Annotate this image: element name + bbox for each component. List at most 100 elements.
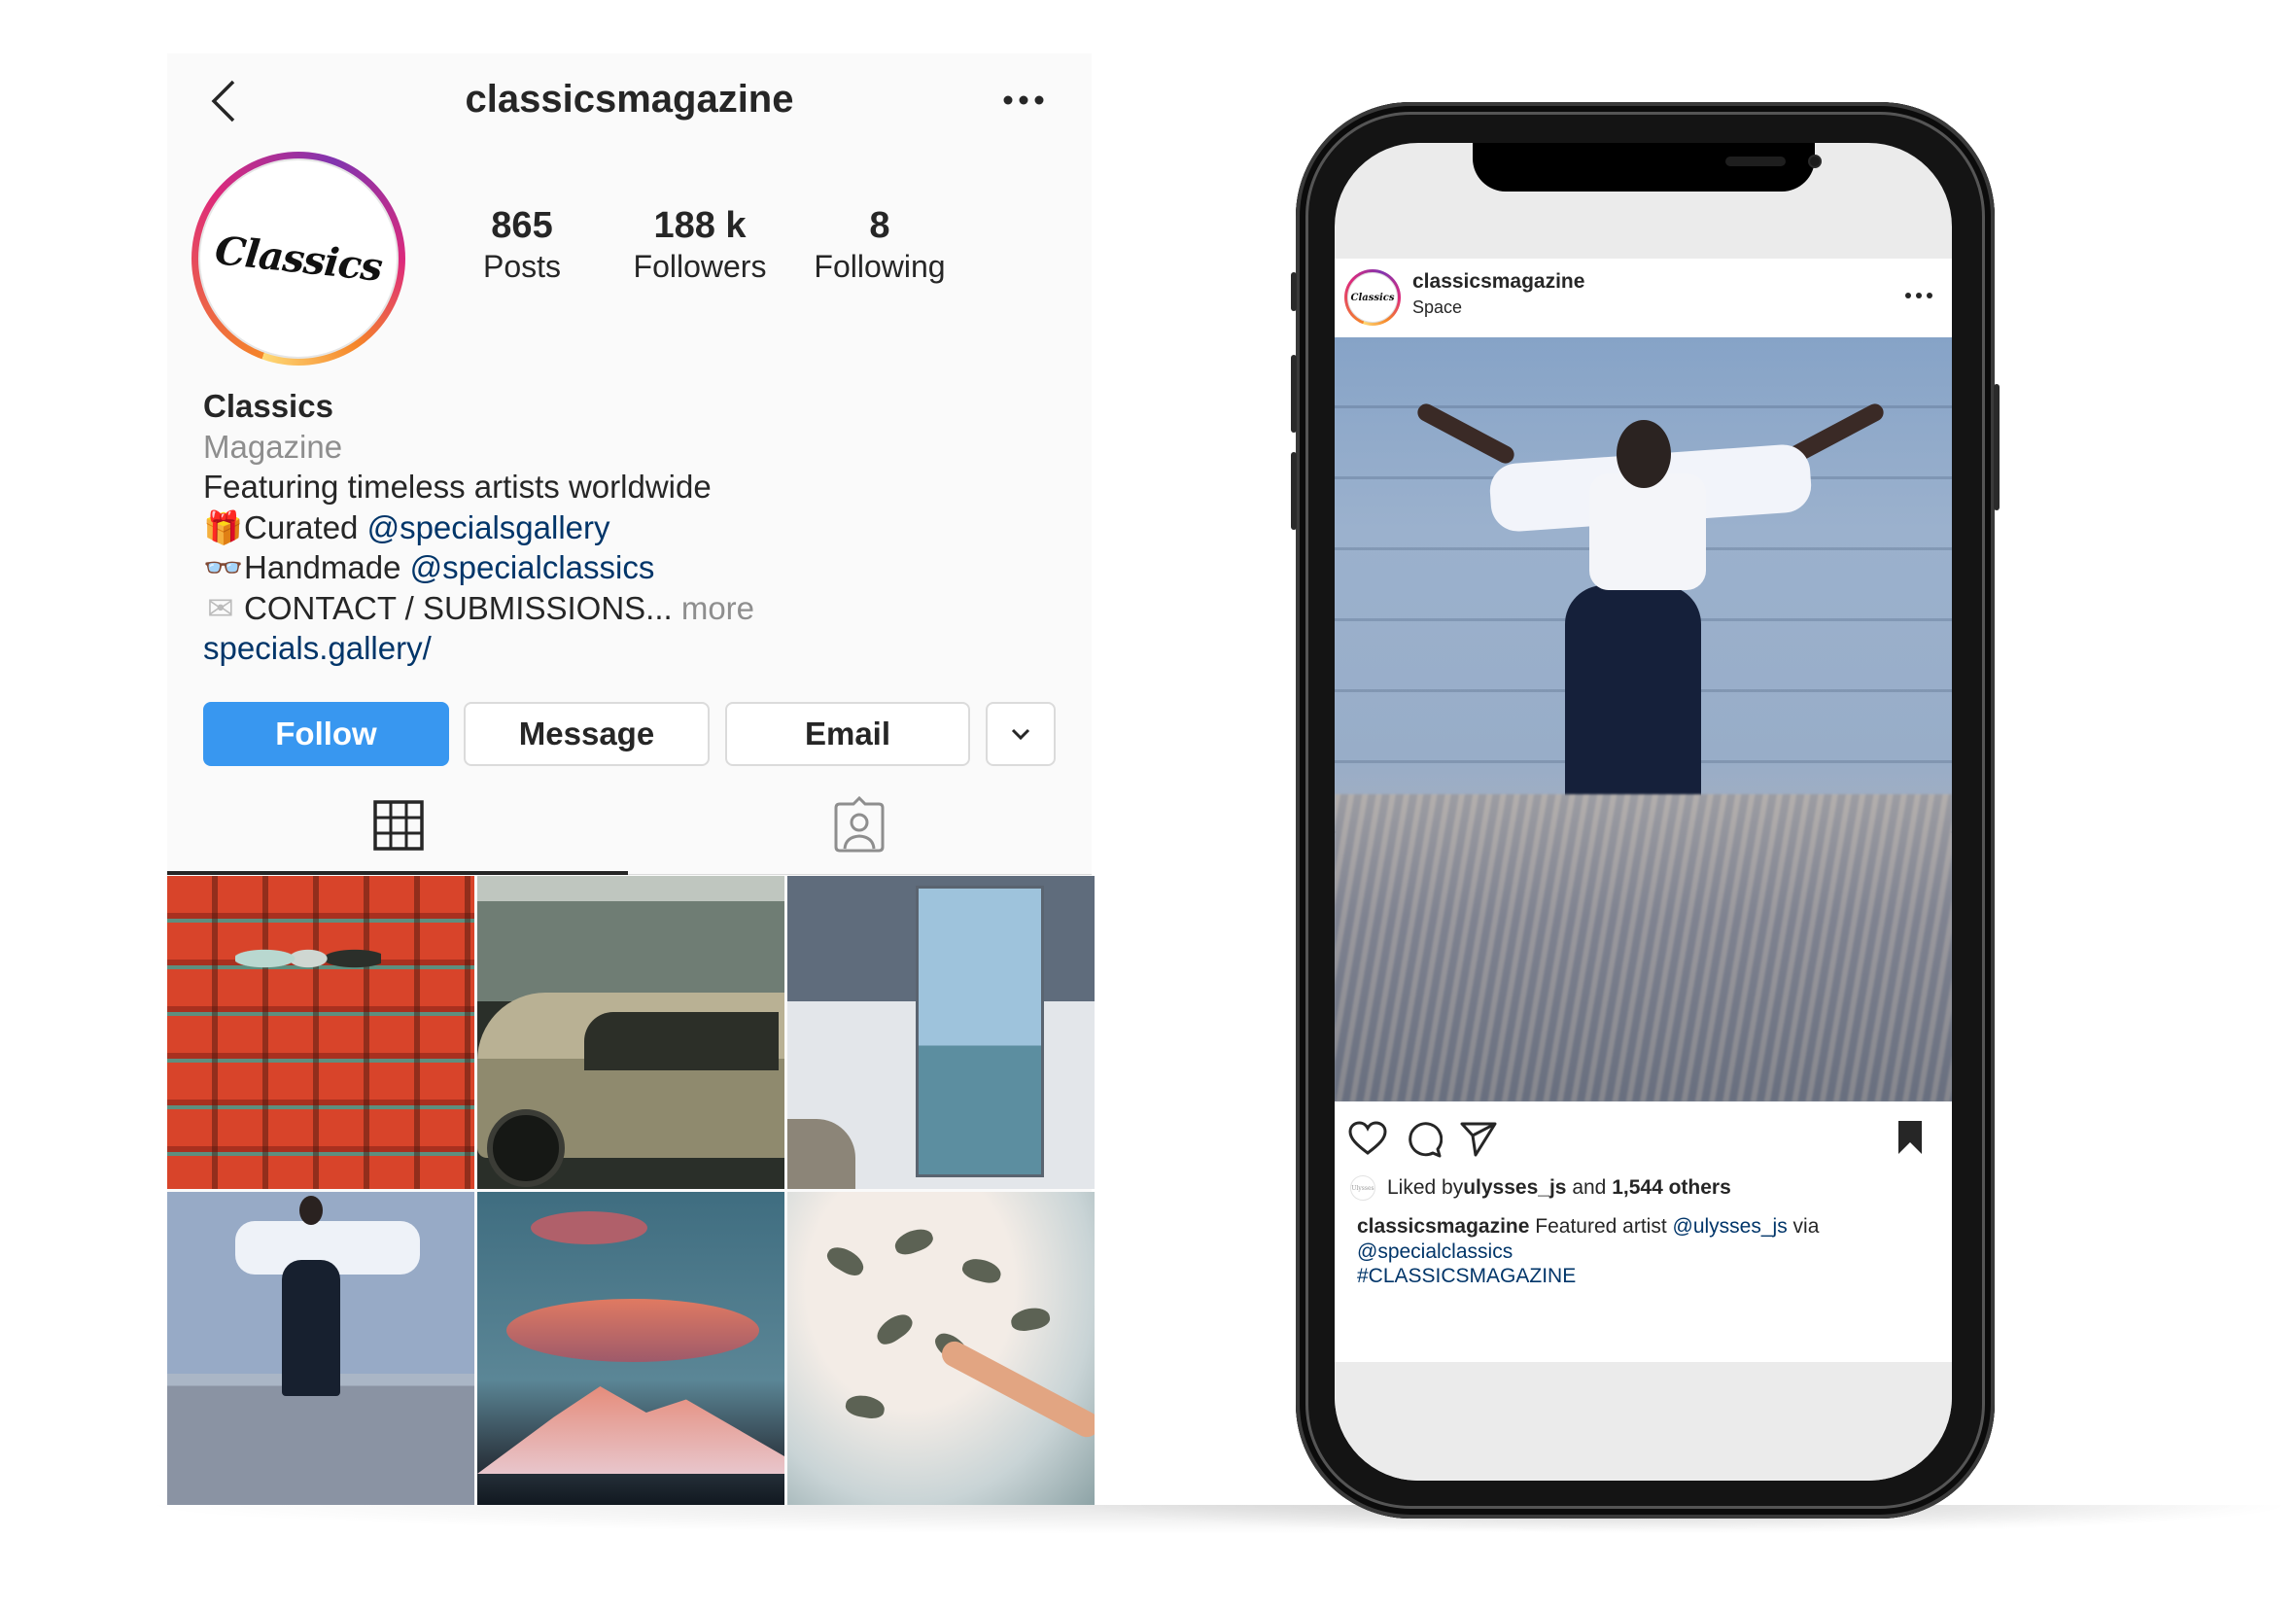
post-username[interactable]: classicsmagazine bbox=[1412, 270, 1584, 294]
grid-post-tile[interactable] bbox=[167, 1192, 474, 1505]
post-image-detail bbox=[872, 1309, 917, 1349]
post-image-detail bbox=[477, 1386, 784, 1474]
caption-text: via bbox=[1787, 1215, 1820, 1238]
follow-button[interactable]: Follow bbox=[203, 702, 449, 766]
comment-icon[interactable] bbox=[1406, 1121, 1443, 1158]
profile-bio: Classics Magazine Featuring timeless art… bbox=[203, 386, 1059, 669]
grid-post-tile[interactable] bbox=[787, 876, 1095, 1189]
mention-link[interactable]: @specialclassics bbox=[410, 549, 655, 585]
more-options-icon[interactable] bbox=[1001, 90, 1046, 110]
avatar-image: Classics bbox=[198, 158, 399, 359]
post-image-detail bbox=[891, 1224, 936, 1259]
post-location[interactable]: Space bbox=[1412, 297, 1462, 318]
bio-line: 👓Handmade @specialclassics bbox=[203, 547, 1059, 588]
mention-link[interactable]: @specialsgallery bbox=[367, 509, 610, 545]
avatar-logo-text: Classics bbox=[1350, 292, 1395, 303]
grid-post-tile[interactable] bbox=[787, 1192, 1095, 1505]
tab-grid[interactable] bbox=[167, 792, 628, 870]
caption-mention[interactable]: @ulysses_js bbox=[1673, 1215, 1788, 1238]
liker-avatar: Ulysses bbox=[1350, 1175, 1375, 1201]
caption-text: Featured artist bbox=[1529, 1215, 1673, 1238]
chevron-down-icon bbox=[1011, 728, 1030, 741]
post-photo[interactable] bbox=[1335, 337, 1952, 1101]
share-icon[interactable] bbox=[1459, 1121, 1498, 1158]
avatar-logo-text: Classics bbox=[212, 227, 385, 291]
envelope-icon: ✉ bbox=[207, 589, 234, 626]
post-image-detail bbox=[844, 1392, 887, 1421]
bio-line: 🎁Curated @specialsgallery bbox=[203, 507, 1059, 548]
likes-summary[interactable]: Ulysses Liked by ulysses_js and 1,544 ot… bbox=[1350, 1175, 1731, 1201]
post-image-detail bbox=[823, 1241, 868, 1280]
suggested-dropdown-button[interactable] bbox=[986, 702, 1056, 766]
profile-username-title: classicsmagazine bbox=[465, 78, 794, 121]
post-actions: Ulysses Liked by ulysses_js and 1,544 ot… bbox=[1335, 1101, 1952, 1362]
grid-post-tile[interactable] bbox=[477, 1192, 784, 1505]
post-image-detail bbox=[916, 886, 1044, 1177]
photo-detail bbox=[1617, 420, 1671, 488]
tab-tagged[interactable] bbox=[630, 792, 1092, 870]
glasses-icon: 👓 bbox=[203, 549, 244, 585]
profile-screen: classicsmagazine Classics 865 Posts 188 … bbox=[167, 53, 1095, 1505]
phone-frame: Classics classicsmagazine Space Ulysses … bbox=[1291, 102, 2000, 1519]
caption-mention[interactable]: @specialclassics bbox=[1357, 1240, 1513, 1263]
stat-followers[interactable]: 188 k Followers bbox=[612, 204, 787, 286]
bio-tagline: Featuring timeless artists worldwide bbox=[203, 469, 712, 505]
stat-value: 8 bbox=[869, 205, 890, 246]
post-image-detail bbox=[282, 1260, 340, 1396]
bio-line-text: CONTACT / SUBMISSIONS... bbox=[244, 589, 673, 626]
stat-following[interactable]: 8 Following bbox=[792, 204, 967, 286]
message-button[interactable]: Message bbox=[464, 702, 710, 766]
grid-icon bbox=[373, 800, 424, 851]
post-more-options-icon[interactable] bbox=[1904, 290, 1933, 301]
post-image-detail bbox=[299, 1196, 323, 1225]
volume-up-button bbox=[1291, 355, 1297, 433]
post-image-detail bbox=[937, 1337, 1095, 1442]
caption-hashtag[interactable]: #CLASSICSMAGAZINE bbox=[1357, 1265, 1576, 1287]
speaker-grille bbox=[1725, 157, 1786, 166]
likes-count[interactable]: 1,544 others bbox=[1612, 1176, 1731, 1200]
heart-icon[interactable] bbox=[1348, 1121, 1387, 1156]
post-header: Classics classicsmagazine Space bbox=[1335, 259, 1952, 337]
post-image-detail bbox=[531, 1211, 647, 1244]
bio-category: Magazine bbox=[203, 428, 343, 465]
stat-label: Following bbox=[814, 249, 946, 284]
gift-icon: 🎁 bbox=[203, 508, 244, 545]
bookmark-filled-icon[interactable] bbox=[1896, 1119, 1924, 1156]
phone-screen: Classics classicsmagazine Space Ulysses … bbox=[1335, 143, 1952, 1481]
post-avatar[interactable]: Classics bbox=[1344, 269, 1401, 326]
avatar-image: Classics bbox=[1347, 272, 1398, 323]
post-image-detail bbox=[584, 1012, 779, 1070]
stat-value: 865 bbox=[491, 205, 553, 246]
screen-bottom-area bbox=[1335, 1362, 1952, 1481]
bio-name: Classics bbox=[203, 388, 333, 424]
email-button[interactable]: Email bbox=[725, 702, 970, 766]
grid-post-tile[interactable] bbox=[167, 876, 474, 1189]
liked-by-user[interactable]: ulysses_js bbox=[1463, 1176, 1566, 1200]
stat-label: Followers bbox=[633, 249, 767, 284]
mute-switch bbox=[1291, 272, 1297, 311]
front-camera bbox=[1808, 155, 1822, 168]
stat-label: Posts bbox=[482, 249, 562, 284]
tagged-icon bbox=[834, 796, 885, 853]
liked-by-prefix: Liked by bbox=[1387, 1176, 1464, 1199]
photo-detail bbox=[1565, 585, 1701, 828]
stat-posts[interactable]: 865 Posts bbox=[435, 204, 609, 286]
bio-website-link[interactable]: specials.gallery/ bbox=[203, 628, 1059, 669]
power-button bbox=[1994, 384, 2000, 510]
post-image-detail bbox=[235, 925, 381, 993]
active-tab-indicator bbox=[167, 871, 628, 875]
caption-username[interactable]: classicsmagazine bbox=[1357, 1215, 1529, 1238]
post-image-detail bbox=[787, 1119, 855, 1189]
post-image-detail bbox=[506, 1299, 759, 1362]
bio-more-link[interactable]: more bbox=[673, 590, 754, 626]
stat-value: 188 k bbox=[653, 205, 747, 246]
volume-down-button bbox=[1291, 452, 1297, 530]
bio-line-text: Curated bbox=[244, 508, 367, 545]
bio-line: ✉ CONTACT / SUBMISSIONS... more bbox=[203, 588, 1059, 629]
profile-avatar[interactable]: Classics bbox=[191, 152, 405, 366]
photo-detail bbox=[1589, 473, 1706, 590]
grid-post-tile[interactable] bbox=[477, 876, 784, 1189]
post-caption: classicsmagazine Featured artist @ulysse… bbox=[1357, 1214, 1931, 1289]
post-image-detail bbox=[959, 1255, 1004, 1286]
photo-detail bbox=[1335, 794, 1952, 1101]
